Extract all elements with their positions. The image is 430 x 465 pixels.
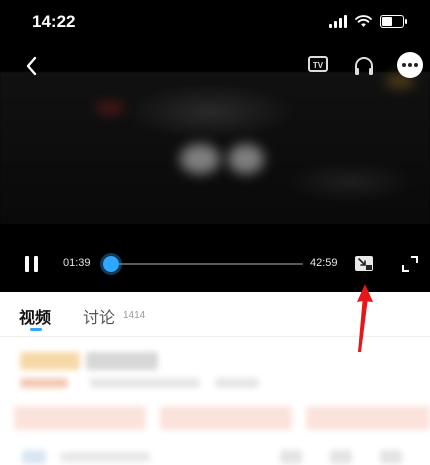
video-blur-shape — [95, 102, 125, 114]
progress-bar[interactable] — [103, 256, 303, 272]
tab-active-indicator — [30, 328, 42, 331]
current-time: 01:39 — [63, 257, 91, 269]
status-bar: 14:22 — [0, 0, 430, 46]
player-top-controls: TV — [0, 48, 430, 86]
back-button[interactable] — [20, 54, 44, 78]
fullscreen-button[interactable] — [401, 255, 419, 273]
blurred-text — [215, 378, 259, 388]
status-icons — [329, 15, 407, 28]
more-icon[interactable] — [397, 52, 423, 78]
blurred-icon — [22, 450, 46, 464]
discussion-count: 1414 — [123, 310, 146, 321]
blurred-chip — [14, 406, 146, 430]
status-time: 14:22 — [32, 12, 76, 31]
progress-knob[interactable] — [103, 256, 119, 272]
blurred-text — [20, 378, 68, 388]
headphone-icon[interactable] — [352, 54, 376, 78]
battery-icon — [380, 15, 407, 28]
pause-button[interactable] — [24, 256, 40, 272]
pip-button[interactable] — [355, 256, 373, 271]
blurred-title — [86, 352, 158, 370]
video-info-blurred — [0, 340, 430, 465]
blurred-tag — [20, 352, 80, 370]
tab-discussion[interactable]: 讨论 — [83, 304, 115, 328]
tv-cast-icon[interactable]: TV — [308, 56, 328, 72]
player-bottom-controls: 01:39 42:59 — [0, 244, 430, 284]
blurred-text — [90, 378, 200, 388]
tab-video[interactable]: 视频 — [19, 304, 51, 328]
blurred-chip — [306, 406, 430, 430]
video-frame-blurred — [0, 72, 430, 224]
signal-icon — [329, 15, 347, 28]
pip-icon — [358, 258, 372, 270]
blurred-icon — [330, 450, 352, 464]
blurred-chip — [160, 406, 292, 430]
video-player[interactable]: 14:22 TV 01:39 42:59 — [0, 0, 430, 292]
total-time: 42:59 — [310, 257, 338, 269]
wifi-icon — [355, 15, 372, 27]
video-blur-shape — [180, 144, 220, 174]
blurred-text — [60, 452, 150, 462]
annotation-arrow-icon — [357, 284, 373, 352]
blurred-icon — [280, 450, 302, 464]
video-blur-shape — [228, 144, 264, 174]
blurred-icon — [380, 450, 402, 464]
